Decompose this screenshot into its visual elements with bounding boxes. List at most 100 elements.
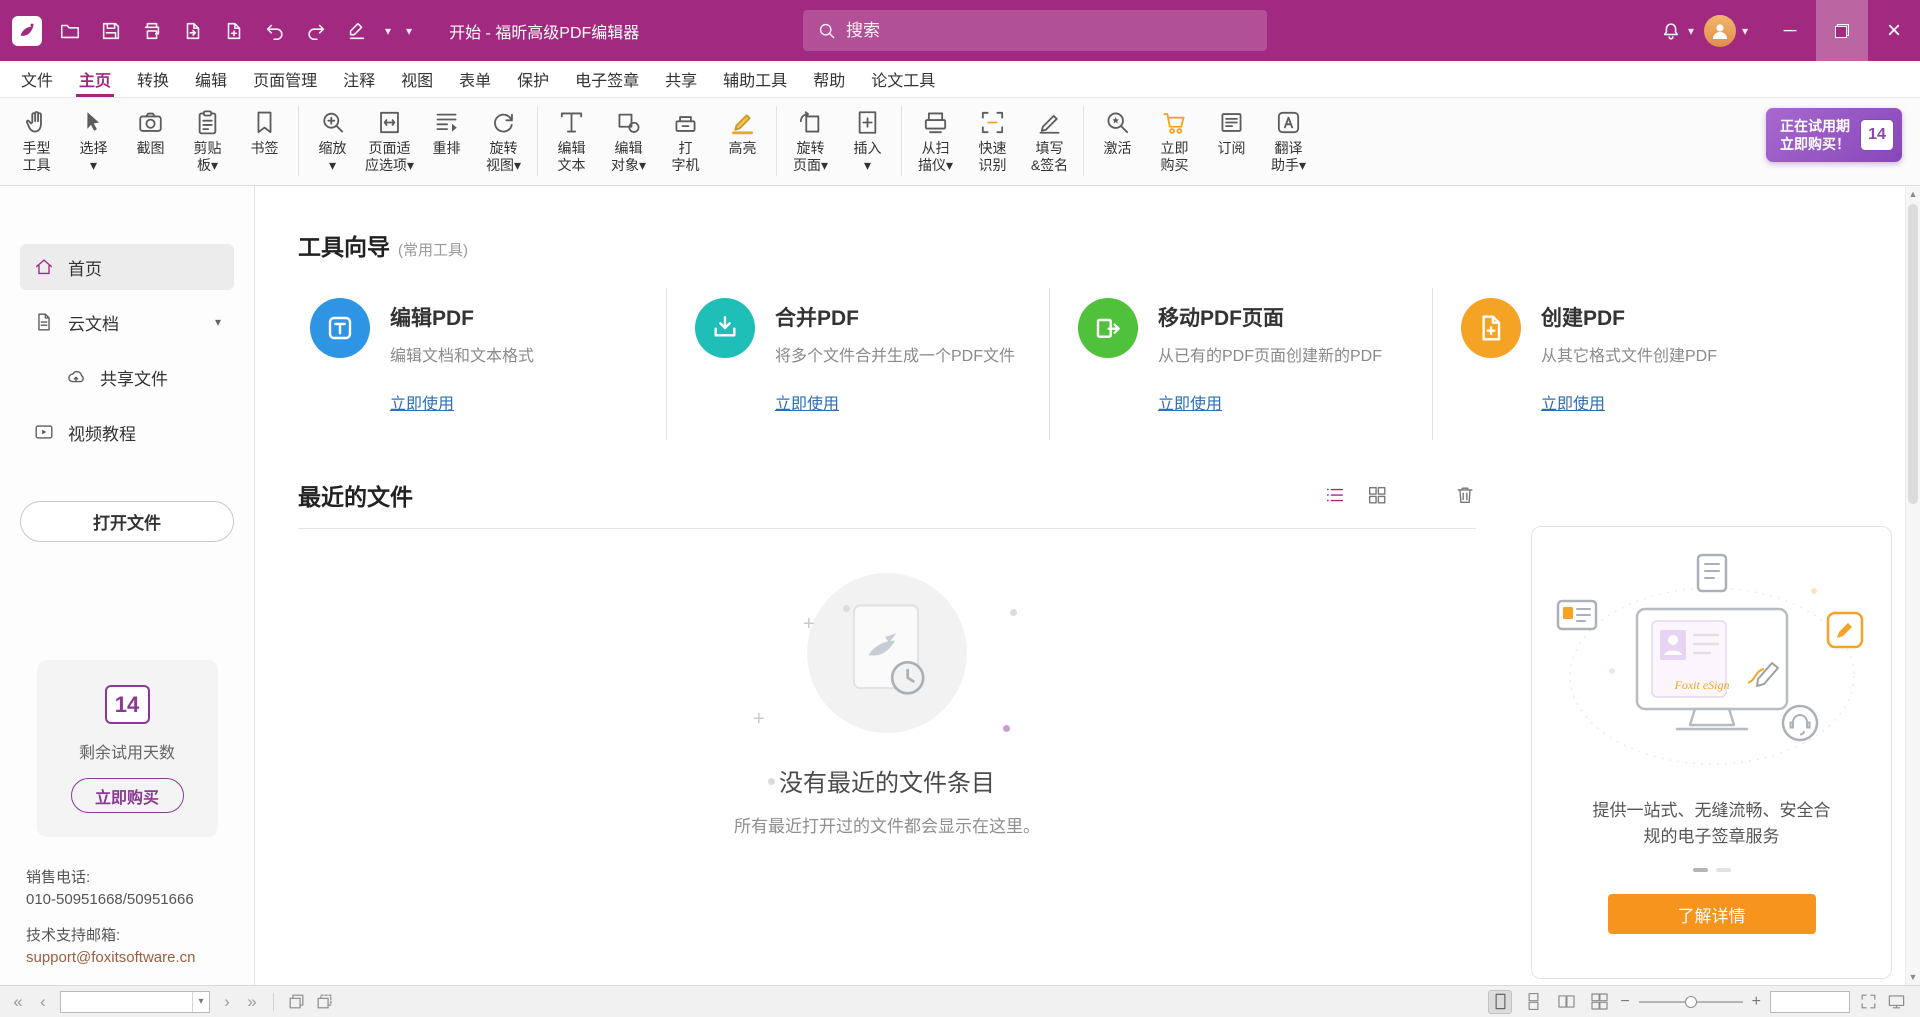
support-email-link[interactable]: support@foxitsoftware.cn [26,947,195,969]
use-now-link[interactable]: 立即使用 [775,390,839,414]
zoom-slider[interactable] [1639,994,1743,1010]
tool-activate[interactable]: 激活 [1089,104,1146,157]
open-file-button[interactable] [57,18,83,44]
new-document-button[interactable] [221,18,247,44]
account-caret-icon[interactable]: ▾ [1742,24,1748,38]
menu-help[interactable]: 帮助 [800,61,858,97]
tool-typewriter[interactable]: 打 字机 [657,104,714,174]
export-button[interactable] [180,18,206,44]
facing-view-icon[interactable] [1554,990,1578,1014]
split-view-icon[interactable] [287,992,306,1011]
card-move-pdf-pages[interactable]: 移动PDF页面 从已有的PDF页面创建新的PDF 立即使用 [1049,288,1432,440]
menu-esign[interactable]: 电子签章 [562,61,652,97]
facing-continuous-view-icon[interactable] [1587,990,1611,1014]
fullscreen-icon[interactable] [1859,992,1878,1011]
quick-access-caret-icon[interactable]: ▾ [406,24,412,38]
redo-button[interactable] [303,18,329,44]
buy-now-button[interactable]: 立即购买 [71,778,184,813]
sidebar-item-cloud-docs[interactable]: 云文档 ▾ [20,299,234,345]
zoom-in-button[interactable]: + [1752,993,1761,1011]
undo-button[interactable] [262,18,288,44]
zoom-slider-handle[interactable] [1685,996,1697,1008]
learn-more-button[interactable]: 了解详情 [1608,894,1816,934]
page-number-input[interactable] [61,994,192,1010]
trial-buy-badge[interactable]: 正在试用期 立即购买！ 14 [1766,108,1902,162]
close-button[interactable]: × [1868,0,1920,61]
user-avatar[interactable] [1704,15,1736,47]
carousel-dot[interactable] [1716,868,1731,872]
menu-share[interactable]: 共享 [652,61,710,97]
first-page-button[interactable]: « [10,992,26,1012]
menu-form[interactable]: 表单 [446,61,504,97]
tool-from-scanner[interactable]: 从扫 描仪▾ [907,104,964,174]
sidebar-item-video-tutorials[interactable]: 视频教程 [20,409,234,455]
menu-edit[interactable]: 编辑 [182,61,240,97]
tool-quick-ocr[interactable]: 快速 识别 [964,104,1021,174]
fit-screen-icon[interactable] [1887,992,1906,1011]
tool-zoom[interactable]: 缩放 ▾ [304,104,361,174]
zoom-out-button[interactable]: − [1620,993,1629,1011]
tool-bookmark[interactable]: 书签 [236,104,293,157]
next-page-button[interactable]: › [219,992,235,1012]
tool-translate-assistant[interactable]: 翻译 助手▾ [1260,104,1317,174]
card-edit-pdf[interactable]: 编辑PDF 编辑文档和文本格式 立即使用 [298,288,666,440]
tool-highlight[interactable]: 高亮 [714,104,771,157]
use-now-link[interactable]: 立即使用 [1541,390,1605,414]
single-page-view-icon[interactable] [1488,990,1512,1014]
tool-fit-options[interactable]: 页面适 应选项▾ [361,104,418,174]
tool-insert[interactable]: 插入 ▾ [839,104,896,174]
sidebar-item-home[interactable]: 首页 [20,244,234,290]
tool-buy-now[interactable]: 立即 购买 [1146,104,1203,174]
card-merge-pdf[interactable]: 合并PDF 将多个文件合并生成一个PDF文件 立即使用 [666,288,1049,440]
tool-fill-sign[interactable]: 填写 &签名 [1021,104,1078,174]
print-button[interactable] [139,18,165,44]
tool-rotate-view[interactable]: 旋转 视图▾ [475,104,532,174]
tool-snapshot[interactable]: 截图 [122,104,179,157]
clone-view-icon[interactable] [315,992,334,1011]
page-dropdown-caret-icon[interactable]: ▾ [192,992,209,1012]
carousel-dot-active[interactable] [1693,868,1708,872]
menu-accessibility[interactable]: 辅助工具 [710,61,800,97]
zoom-level-input[interactable] [1771,992,1849,1012]
menu-page-management[interactable]: 页面管理 [240,61,330,97]
menu-protect[interactable]: 保护 [504,61,562,97]
search-input[interactable] [846,21,1253,41]
sidebar-item-shared-files[interactable]: 共享文件 [52,354,234,400]
scrollbar-thumb[interactable] [1908,204,1918,504]
list-view-icon[interactable] [1324,484,1346,506]
cloud-docs-caret-icon[interactable]: ▾ [215,315,221,329]
card-create-pdf[interactable]: 创建PDF 从其它格式文件创建PDF 立即使用 [1432,288,1815,440]
minimize-button[interactable]: ─ [1764,0,1816,61]
vertical-scrollbar[interactable]: ▲ ▼ [1905,186,1920,985]
notifications-bell-icon[interactable] [1658,18,1684,44]
tool-edit-object[interactable]: 编辑 对象▾ [600,104,657,174]
menu-file[interactable]: 文件 [8,61,66,97]
use-now-link[interactable]: 立即使用 [1158,390,1222,414]
tool-subscribe[interactable]: 订阅 [1203,104,1260,157]
menu-comment[interactable]: 注释 [330,61,388,97]
scroll-down-icon[interactable]: ▼ [1906,969,1920,985]
tool-rotate-pages[interactable]: 旋转 页面▾ [782,104,839,174]
tool-edit-text[interactable]: 编辑 文本 [543,104,600,174]
continuous-view-icon[interactable] [1521,990,1545,1014]
tool-clipboard[interactable]: 剪贴 板▾ [179,104,236,174]
menu-convert[interactable]: 转换 [124,61,182,97]
tool-reflow[interactable]: 重排 [418,104,475,157]
esign-stamp-button[interactable] [344,18,370,44]
save-button[interactable] [98,18,124,44]
search-bar[interactable] [803,10,1267,51]
menu-home[interactable]: 主页 [66,61,124,97]
open-file-big-button[interactable]: 打开文件 [20,501,234,542]
tool-select[interactable]: 选择 ▾ [65,104,122,174]
last-page-button[interactable]: » [244,992,260,1012]
grid-view-icon[interactable] [1366,484,1388,506]
menu-thesis-tools[interactable]: 论文工具 [858,61,948,97]
prev-page-button[interactable]: ‹ [35,992,51,1012]
tool-hand[interactable]: 手型 工具 [8,104,65,174]
bell-caret-icon[interactable]: ▾ [1688,24,1694,38]
restore-button[interactable] [1816,0,1868,61]
use-now-link[interactable]: 立即使用 [390,390,454,414]
menu-view[interactable]: 视图 [388,61,446,97]
trash-icon[interactable] [1454,484,1476,506]
esign-caret-icon[interactable]: ▾ [385,24,391,38]
